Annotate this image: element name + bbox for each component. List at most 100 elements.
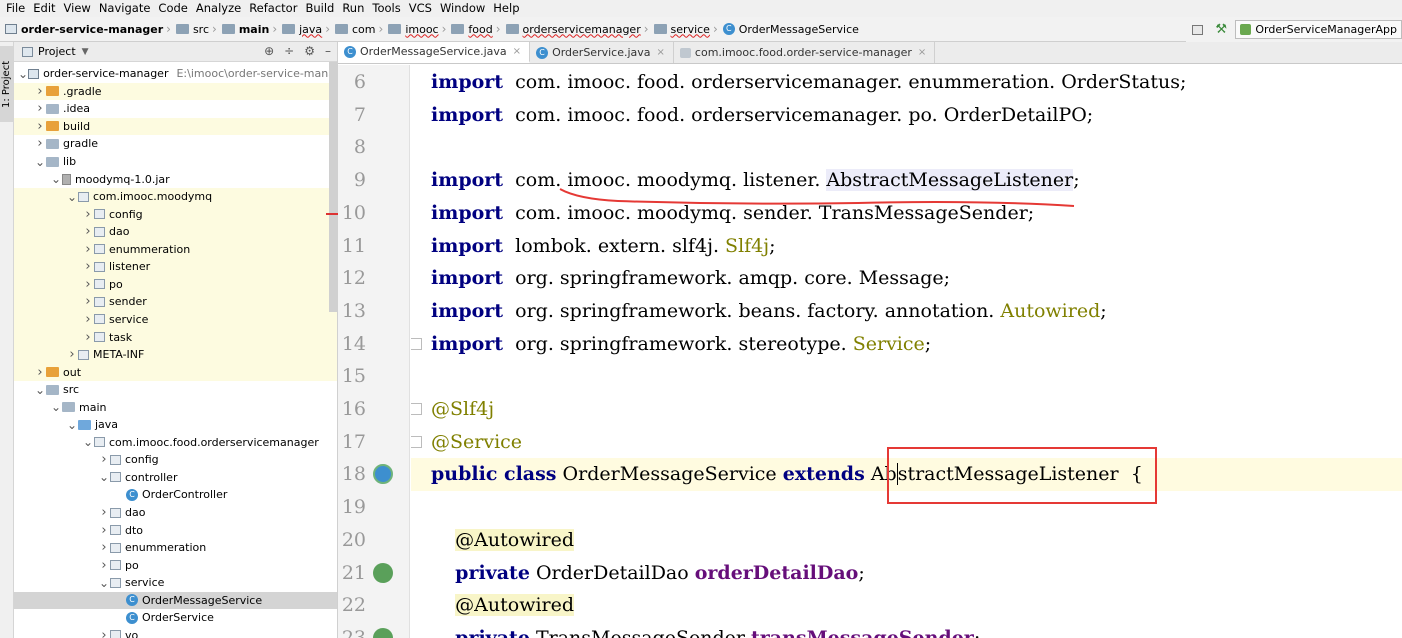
- menu-vcs[interactable]: VCS: [405, 0, 436, 17]
- build-hammer-icon[interactable]: ⚒: [1215, 22, 1229, 37]
- chevron-down-icon[interactable]: ⌄: [98, 471, 110, 483]
- tree-item[interactable]: ⌄ order-service-manager E:\imooc\order-ser…: [14, 65, 337, 83]
- locate-icon[interactable]: ⊕: [264, 44, 274, 58]
- chevron-right-icon[interactable]: ›: [98, 523, 110, 538]
- tree-item[interactable]: › dto: [14, 521, 337, 539]
- tree-item[interactable]: ⌄ com.imooc.food.orderservicemanager: [14, 434, 337, 452]
- chevron-down-icon[interactable]: ⌄: [34, 156, 46, 168]
- breadcrumb-service[interactable]: service: [652, 17, 710, 41]
- tree-item[interactable]: › META-INF: [14, 345, 337, 364]
- tree-item[interactable]: C OrderService: [14, 609, 337, 627]
- tree-item[interactable]: C OrderMessageService: [14, 591, 337, 610]
- breadcrumb-orderservicemanager[interactable]: orderservicemanager: [504, 17, 641, 41]
- tree-item[interactable]: ⌄ controller: [14, 469, 337, 487]
- chevron-down-icon[interactable]: ⌄: [18, 68, 28, 80]
- tree-item[interactable]: › sender: [14, 293, 337, 311]
- chevron-right-icon[interactable]: ›: [98, 628, 110, 638]
- chevron-right-icon[interactable]: ›: [34, 136, 46, 151]
- breadcrumb-project[interactable]: order-service-manager: [3, 17, 163, 41]
- tree-item[interactable]: › .gradle: [14, 82, 337, 101]
- breadcrumb-file[interactable]: C OrderMessageService: [721, 17, 859, 41]
- chevron-down-icon[interactable]: ⌄: [50, 173, 62, 185]
- project-panel-title[interactable]: Project: [38, 45, 76, 58]
- chevron-right-icon[interactable]: ›: [82, 242, 94, 257]
- breadcrumb-java[interactable]: java: [280, 17, 322, 41]
- editor-tab[interactable]: com.imooc.food.order-service-manager ×: [674, 42, 936, 63]
- chevron-down-icon[interactable]: ⌄: [82, 436, 94, 448]
- bean-gutter-icon[interactable]: [373, 562, 393, 583]
- chevron-right-icon[interactable]: ›: [82, 259, 94, 274]
- tree-item[interactable]: › vo: [14, 627, 337, 638]
- fold-toggle-icon[interactable]: [411, 435, 422, 448]
- menu-tools[interactable]: Tools: [368, 0, 404, 17]
- chevron-down-icon[interactable]: ⌄: [50, 401, 62, 413]
- menu-file[interactable]: File: [2, 0, 29, 17]
- chevron-right-icon[interactable]: ›: [34, 119, 46, 134]
- tree-item[interactable]: ⌄ lib: [14, 153, 337, 171]
- menu-analyze[interactable]: Analyze: [192, 0, 245, 17]
- tree-item[interactable]: ⌄ src: [14, 381, 337, 399]
- close-icon[interactable]: ×: [513, 46, 521, 57]
- tree-item[interactable]: › service: [14, 310, 337, 329]
- chevron-right-icon[interactable]: ›: [34, 84, 46, 99]
- menu-code[interactable]: Code: [154, 0, 191, 17]
- bean-gutter-icon[interactable]: [373, 627, 393, 638]
- editor-tab[interactable]: C OrderMessageService.java ×: [338, 42, 531, 63]
- tree-item[interactable]: › enummeration: [14, 539, 337, 557]
- tree-item[interactable]: ⌄ java: [14, 416, 337, 434]
- project-structure-icon[interactable]: [1192, 24, 1204, 35]
- chevron-right-icon[interactable]: ›: [66, 347, 78, 362]
- tree-item[interactable]: › gradle: [14, 135, 337, 153]
- menu-run[interactable]: Run: [338, 0, 368, 17]
- run-configuration-selector[interactable]: OrderServiceManagerApp: [1235, 20, 1402, 39]
- chevron-right-icon[interactable]: ›: [98, 558, 110, 573]
- breadcrumb-imooc[interactable]: imooc: [386, 17, 439, 41]
- editor-tab[interactable]: C OrderService.java ×: [530, 42, 674, 63]
- fold-toggle-icon[interactable]: [411, 337, 422, 350]
- hide-icon[interactable]: –: [325, 44, 331, 58]
- menu-help[interactable]: Help: [489, 0, 523, 17]
- code-editor[interactable]: import com. imooc. food. orderserviceman…: [411, 65, 1402, 638]
- chevron-right-icon[interactable]: ›: [34, 365, 46, 380]
- tree-item[interactable]: › .idea: [14, 100, 337, 118]
- gear-icon[interactable]: ⚙: [304, 44, 315, 58]
- menu-window[interactable]: Window: [436, 0, 489, 17]
- divide-icon[interactable]: ÷: [284, 44, 294, 58]
- chevron-right-icon[interactable]: ›: [98, 540, 110, 555]
- breadcrumb-com[interactable]: com: [333, 17, 376, 41]
- chevron-down-icon[interactable]: ⌄: [34, 384, 46, 396]
- fold-toggle-icon[interactable]: [411, 403, 422, 415]
- tree-item[interactable]: › dao: [14, 222, 337, 241]
- chevron-down-icon[interactable]: ⌄: [66, 419, 78, 431]
- chevron-right-icon[interactable]: ›: [82, 294, 94, 309]
- tree-item[interactable]: › po: [14, 556, 337, 574]
- menu-edit[interactable]: Edit: [29, 0, 59, 17]
- chevron-right-icon[interactable]: ›: [82, 330, 94, 345]
- close-icon[interactable]: ×: [918, 47, 926, 58]
- chevron-right-icon[interactable]: ›: [82, 224, 94, 239]
- close-icon[interactable]: ×: [657, 47, 665, 58]
- tree-item[interactable]: › out: [14, 363, 337, 381]
- tree-item[interactable]: › enummeration: [14, 240, 337, 259]
- class-gutter-icon[interactable]: [373, 464, 393, 485]
- tree-item[interactable]: ⌄ com.imooc.moodymq: [14, 187, 337, 206]
- tree-item[interactable]: › dao: [14, 504, 337, 522]
- tree-item[interactable]: › build: [14, 117, 337, 136]
- tree-item[interactable]: ⌄ service: [14, 574, 337, 592]
- tree-item[interactable]: › config: [14, 451, 337, 469]
- tree-item[interactable]: › listener: [14, 258, 337, 276]
- tree-item[interactable]: ⌄ main: [14, 398, 337, 416]
- tree-item[interactable]: › task: [14, 328, 337, 346]
- chevron-right-icon[interactable]: ›: [98, 452, 110, 467]
- chevron-down-icon[interactable]: ▼: [82, 47, 89, 57]
- breadcrumb-src[interactable]: src: [174, 17, 209, 41]
- menu-navigate[interactable]: Navigate: [95, 0, 155, 17]
- tree-item[interactable]: C OrderController: [14, 486, 337, 504]
- chevron-right-icon[interactable]: ›: [34, 101, 46, 116]
- menu-view[interactable]: View: [60, 0, 95, 17]
- project-tool-tab[interactable]: 1: Project: [0, 46, 13, 122]
- breadcrumb-main[interactable]: main: [220, 17, 269, 41]
- chevron-right-icon[interactable]: ›: [82, 312, 94, 327]
- menu-refactor[interactable]: Refactor: [245, 0, 301, 17]
- chevron-right-icon[interactable]: ›: [82, 207, 94, 222]
